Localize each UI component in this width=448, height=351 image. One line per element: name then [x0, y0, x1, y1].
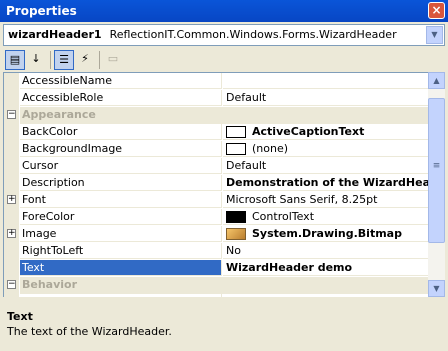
toolbar-separator: [50, 51, 51, 69]
property-name[interactable]: Cursor: [20, 158, 222, 174]
property-value[interactable]: ActiveCaptionText: [223, 124, 428, 140]
alphabetical-icon[interactable]: ↓: [26, 50, 46, 70]
property-name[interactable]: RightToLeft: [20, 243, 222, 259]
category-row[interactable]: − Behavior: [4, 277, 428, 294]
property-row[interactable]: AllowDrop False: [4, 294, 428, 297]
category-label: Behavior: [20, 277, 428, 294]
properties-icon[interactable]: ☰: [54, 50, 74, 70]
property-value[interactable]: (none): [223, 141, 428, 157]
property-value[interactable]: No: [223, 243, 428, 259]
property-value[interactable]: Default: [223, 158, 428, 174]
property-pages-icon: ▭: [107, 52, 119, 65]
description-panel: Text The text of the WizardHeader.: [3, 308, 445, 348]
property-row[interactable]: Description Demonstration of the WizardHe…: [4, 175, 428, 192]
collapse-icon[interactable]: −: [7, 110, 16, 119]
property-name[interactable]: Font: [20, 192, 222, 208]
property-name[interactable]: BackgroundImage: [20, 141, 222, 157]
property-value-text: Default: [226, 159, 267, 172]
property-value-text: System.Drawing.Bitmap: [252, 227, 402, 240]
property-name[interactable]: AccessibleRole: [20, 90, 222, 106]
property-name[interactable]: Image: [20, 226, 222, 242]
scroll-up-icon[interactable]: ▲: [428, 72, 445, 89]
row-gutter: +: [4, 226, 19, 243]
scroll-thumb[interactable]: ≡: [428, 98, 445, 243]
close-icon[interactable]: ×: [428, 2, 445, 19]
property-row[interactable]: BackColor ActiveCaptionText: [4, 124, 428, 141]
property-value[interactable]: Microsoft Sans Serif, 8.25pt: [223, 192, 428, 208]
row-gutter: −: [4, 277, 19, 294]
description-text: The text of the WizardHeader.: [7, 325, 172, 338]
bitmap-thumbnail-icon: [226, 228, 246, 240]
property-value-text: WizardHeader demo: [226, 261, 353, 274]
row-gutter: [4, 158, 19, 175]
row-gutter: [4, 260, 19, 277]
property-row[interactable]: AccessibleName: [4, 73, 428, 90]
chevron-down-icon[interactable]: ▼: [426, 26, 443, 44]
property-row[interactable]: AccessibleRole Default: [4, 90, 428, 107]
row-gutter: [4, 243, 19, 260]
row-gutter: [4, 294, 19, 297]
property-row[interactable]: ForeColor ControlText: [4, 209, 428, 226]
categorized-icon[interactable]: ▤: [5, 50, 25, 70]
property-name[interactable]: AllowDrop: [20, 294, 222, 297]
property-row[interactable]: Cursor Default: [4, 158, 428, 175]
object-selector[interactable]: wizardHeader1 ReflectionIT.Common.Windows…: [3, 24, 445, 46]
toolbar-separator: [99, 51, 100, 69]
color-swatch: [226, 126, 246, 138]
property-name[interactable]: BackColor: [20, 124, 222, 140]
property-value-text: Demonstration of the WizardHeader: [226, 176, 428, 189]
description-splitter[interactable]: [3, 300, 445, 303]
property-value[interactable]: [223, 73, 428, 89]
row-gutter: [4, 124, 19, 141]
property-value-text: Microsoft Sans Serif, 8.25pt: [226, 193, 378, 206]
description-title: Text: [7, 310, 33, 323]
property-value-text: No: [226, 244, 241, 257]
category-row[interactable]: − Appearance: [4, 107, 428, 124]
window-title-bar: Properties ×: [0, 0, 448, 22]
scroll-down-icon[interactable]: ▼: [428, 280, 445, 297]
property-value[interactable]: System.Drawing.Bitmap: [223, 226, 428, 242]
expand-icon[interactable]: +: [7, 195, 16, 204]
property-value-text: Default: [226, 91, 267, 104]
property-value[interactable]: Demonstration of the WizardHeader: [223, 175, 428, 191]
property-value-text: ControlText: [252, 210, 315, 223]
row-gutter: +: [4, 192, 19, 209]
property-value[interactable]: False: [223, 294, 428, 297]
property-row[interactable]: + Font Microsoft Sans Serif, 8.25pt: [4, 192, 428, 209]
object-type: ReflectionIT.Common.Windows.Forms.Wizard…: [109, 28, 397, 41]
row-gutter: −: [4, 107, 19, 124]
property-row[interactable]: + Image System.Drawing.Bitmap: [4, 226, 428, 243]
property-name[interactable]: Description: [20, 175, 222, 191]
row-gutter: [4, 209, 19, 226]
property-name[interactable]: AccessibleName: [20, 73, 222, 89]
property-value[interactable]: ControlText: [223, 209, 428, 225]
scroll-grip-icon: ≡: [432, 161, 441, 171]
collapse-icon[interactable]: −: [7, 280, 16, 289]
property-value[interactable]: Default: [223, 90, 428, 106]
property-value-text: ActiveCaptionText: [252, 125, 365, 138]
object-name: wizardHeader1: [8, 28, 102, 41]
row-gutter: [4, 175, 19, 192]
toolbar: ▤ ↓ ☰ ⚡ ▭: [3, 48, 445, 72]
property-name[interactable]: ForeColor: [20, 209, 222, 225]
property-value-text: False: [226, 295, 254, 297]
property-value[interactable]: WizardHeader demo: [223, 260, 428, 276]
window-title: Properties: [6, 4, 77, 18]
events-icon[interactable]: ⚡: [75, 50, 95, 70]
vertical-scrollbar[interactable]: ▲ ≡ ▼: [428, 72, 445, 297]
property-name[interactable]: Text: [20, 260, 222, 276]
property-grid: AccessibleName AccessibleRole Default − Appe…: [3, 72, 428, 297]
row-gutter: [4, 141, 19, 158]
property-value-text: (none): [252, 142, 289, 155]
property-row[interactable]: Text WizardHeader demo: [4, 260, 428, 277]
row-gutter: [4, 90, 19, 107]
color-swatch: [226, 211, 246, 223]
expand-icon[interactable]: +: [7, 229, 16, 238]
property-row[interactable]: RightToLeft No: [4, 243, 428, 260]
category-label: Appearance: [20, 107, 428, 124]
property-row[interactable]: BackgroundImage (none): [4, 141, 428, 158]
color-swatch: [226, 143, 246, 155]
row-gutter: [4, 73, 19, 90]
